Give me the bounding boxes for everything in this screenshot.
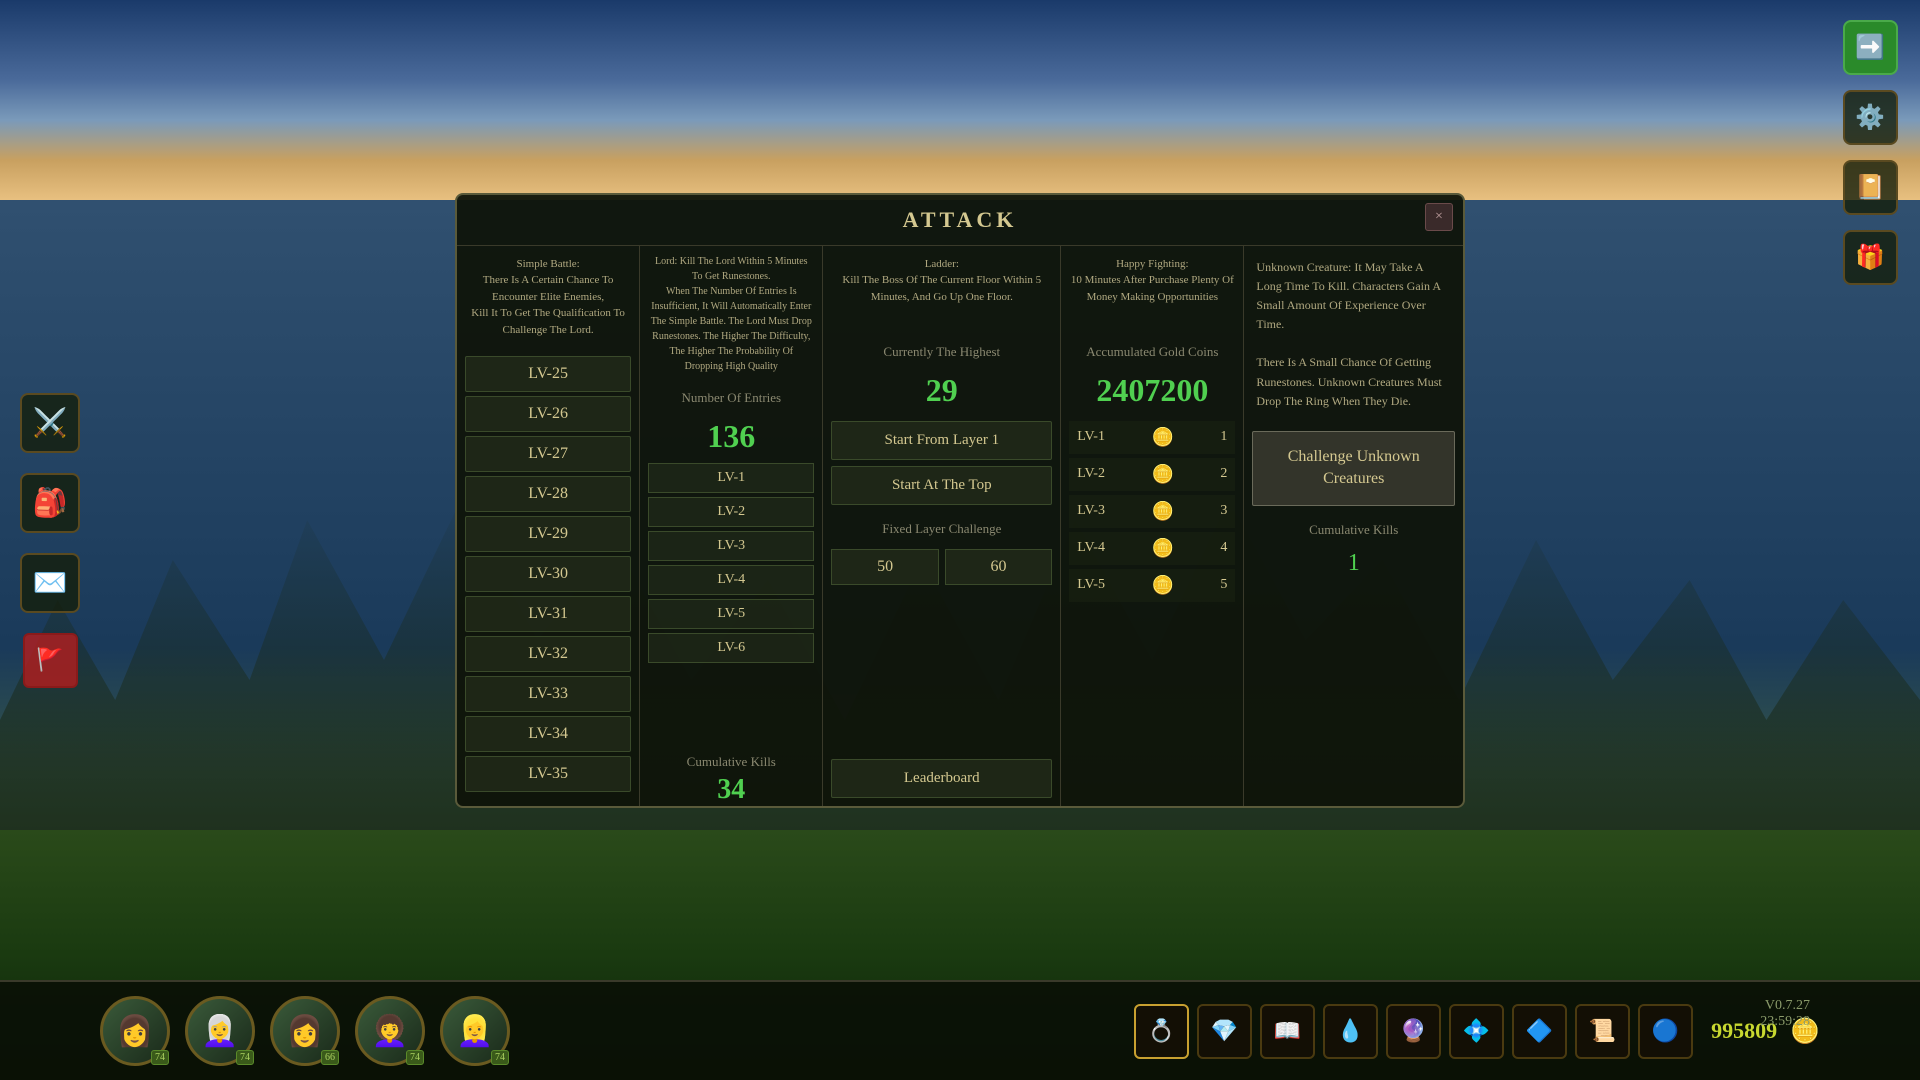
gold-row: LV-5 🪙 5: [1069, 569, 1235, 602]
modal-close-button[interactable]: ×: [1425, 203, 1453, 231]
level-item[interactable]: LV-33: [465, 676, 631, 712]
attack-modal: ATTACK × Simple Battle: There Is A Certa…: [455, 193, 1465, 808]
fixed-input-2[interactable]: 60: [945, 549, 1052, 585]
entries-label: Number Of Entries: [640, 382, 822, 414]
gold-level: LV-2: [1077, 466, 1105, 482]
entries-value: 136: [640, 414, 822, 459]
gold-level: LV-1: [1077, 429, 1105, 445]
modal-body: Simple Battle: There Is A Certain Chance…: [457, 246, 1463, 806]
gold-amount: 4: [1220, 540, 1227, 556]
modal-overlay: ATTACK × Simple Battle: There Is A Certa…: [0, 0, 1920, 1080]
level-item[interactable]: LV-32: [465, 636, 631, 672]
highest-value: 29: [823, 368, 1060, 413]
gold-coins-label: Accumulated Gold Coins: [1061, 336, 1243, 368]
gold-level: LV-3: [1077, 503, 1105, 519]
level-item[interactable]: LV-28: [465, 476, 631, 512]
gold-row: LV-2 🪙 2: [1069, 458, 1235, 491]
gold-coin-icon: 🪙: [1151, 538, 1173, 559]
cumulative-kills-label: Cumulative Kills: [640, 734, 822, 774]
fixed-challenge-label: Fixed Layer Challenge: [823, 513, 1060, 545]
ladder-buttons: Start From Layer 1 Start At The Top: [823, 413, 1060, 513]
gold-coin-icon: 🪙: [1151, 575, 1173, 596]
gold-row: LV-4 🪙 4: [1069, 532, 1235, 565]
level-item[interactable]: LV-26: [465, 396, 631, 432]
level-item[interactable]: LV-35: [465, 756, 631, 792]
leaderboard-button[interactable]: Leaderboard: [831, 759, 1052, 798]
gold-coin-icon: 🪙: [1151, 427, 1173, 448]
level-item[interactable]: LV-25: [465, 356, 631, 392]
gold-level: LV-5: [1077, 577, 1105, 593]
lord-entries: LV-1 LV-2 LV-3 LV-4 LV-5 LV-6: [640, 459, 822, 667]
ladder-column: Ladder: Kill The Boss Of The Current Flo…: [823, 246, 1061, 806]
level-item[interactable]: LV-34: [465, 716, 631, 752]
entry-item[interactable]: LV-6: [648, 633, 814, 663]
level-item[interactable]: LV-29: [465, 516, 631, 552]
entry-item[interactable]: LV-5: [648, 599, 814, 629]
start-from-layer-button[interactable]: Start From Layer 1: [831, 421, 1052, 460]
entry-item[interactable]: LV-3: [648, 531, 814, 561]
entry-item[interactable]: LV-1: [648, 463, 814, 493]
gold-amount: 1: [1220, 429, 1227, 445]
gold-row: LV-3 🪙 3: [1069, 495, 1235, 528]
start-at-top-button[interactable]: Start At The Top: [831, 466, 1052, 505]
gold-coin-icon: 🪙: [1151, 501, 1173, 522]
lord-column: Lord: Kill The Lord Within 5 Minutes To …: [640, 246, 823, 806]
gold-amount: 2: [1220, 466, 1227, 482]
unknown-creatures-column: Unknown Creature: It May Take A Long Tim…: [1244, 246, 1463, 806]
gold-coins-value: 2407200: [1061, 368, 1243, 413]
level-item[interactable]: LV-30: [465, 556, 631, 592]
simple-battle-header: Simple Battle: There Is A Certain Chance…: [457, 246, 639, 349]
level-item[interactable]: LV-31: [465, 596, 631, 632]
simple-battle-column: Simple Battle: There Is A Certain Chance…: [457, 246, 640, 806]
gold-amount: 3: [1220, 503, 1227, 519]
gold-list: LV-1 🪙 1 LV-2 🪙 2 LV-3 🪙 3: [1061, 413, 1243, 806]
level-list: LV-25 LV-26 LV-27 LV-28 LV-29 LV-30 LV-3…: [457, 348, 639, 806]
gold-level: LV-4: [1077, 540, 1105, 556]
fixed-input-1[interactable]: 50: [831, 549, 938, 585]
fixed-challenge-inputs: 50 60: [823, 545, 1060, 589]
happy-fighting-column: Happy Fighting: 10 Minutes After Purchas…: [1061, 246, 1244, 806]
entry-item[interactable]: LV-2: [648, 497, 814, 527]
gold-coin-icon: 🪙: [1151, 464, 1173, 485]
unknown-creatures-text: Unknown Creature: It May Take A Long Tim…: [1244, 246, 1463, 424]
unknown-kills-value: 1: [1244, 546, 1463, 581]
challenge-unknown-button[interactable]: Challenge UnknownCreatures: [1252, 431, 1455, 506]
ladder-header: Ladder: Kill The Boss Of The Current Flo…: [823, 246, 1060, 336]
happy-fighting-header: Happy Fighting: 10 Minutes After Purchas…: [1061, 246, 1243, 336]
gold-row: LV-1 🪙 1: [1069, 421, 1235, 454]
cumulative-kills-value: 34: [640, 774, 822, 806]
lord-header: Lord: Kill The Lord Within 5 Minutes To …: [640, 246, 822, 382]
highest-label: Currently The Highest: [823, 336, 1060, 368]
modal-title: ATTACK: [903, 207, 1018, 232]
level-item[interactable]: LV-27: [465, 436, 631, 472]
modal-header: ATTACK ×: [457, 195, 1463, 246]
unknown-kills-label: Cumulative Kills: [1244, 514, 1463, 546]
entry-item[interactable]: LV-4: [648, 565, 814, 595]
gold-amount: 5: [1220, 577, 1227, 593]
